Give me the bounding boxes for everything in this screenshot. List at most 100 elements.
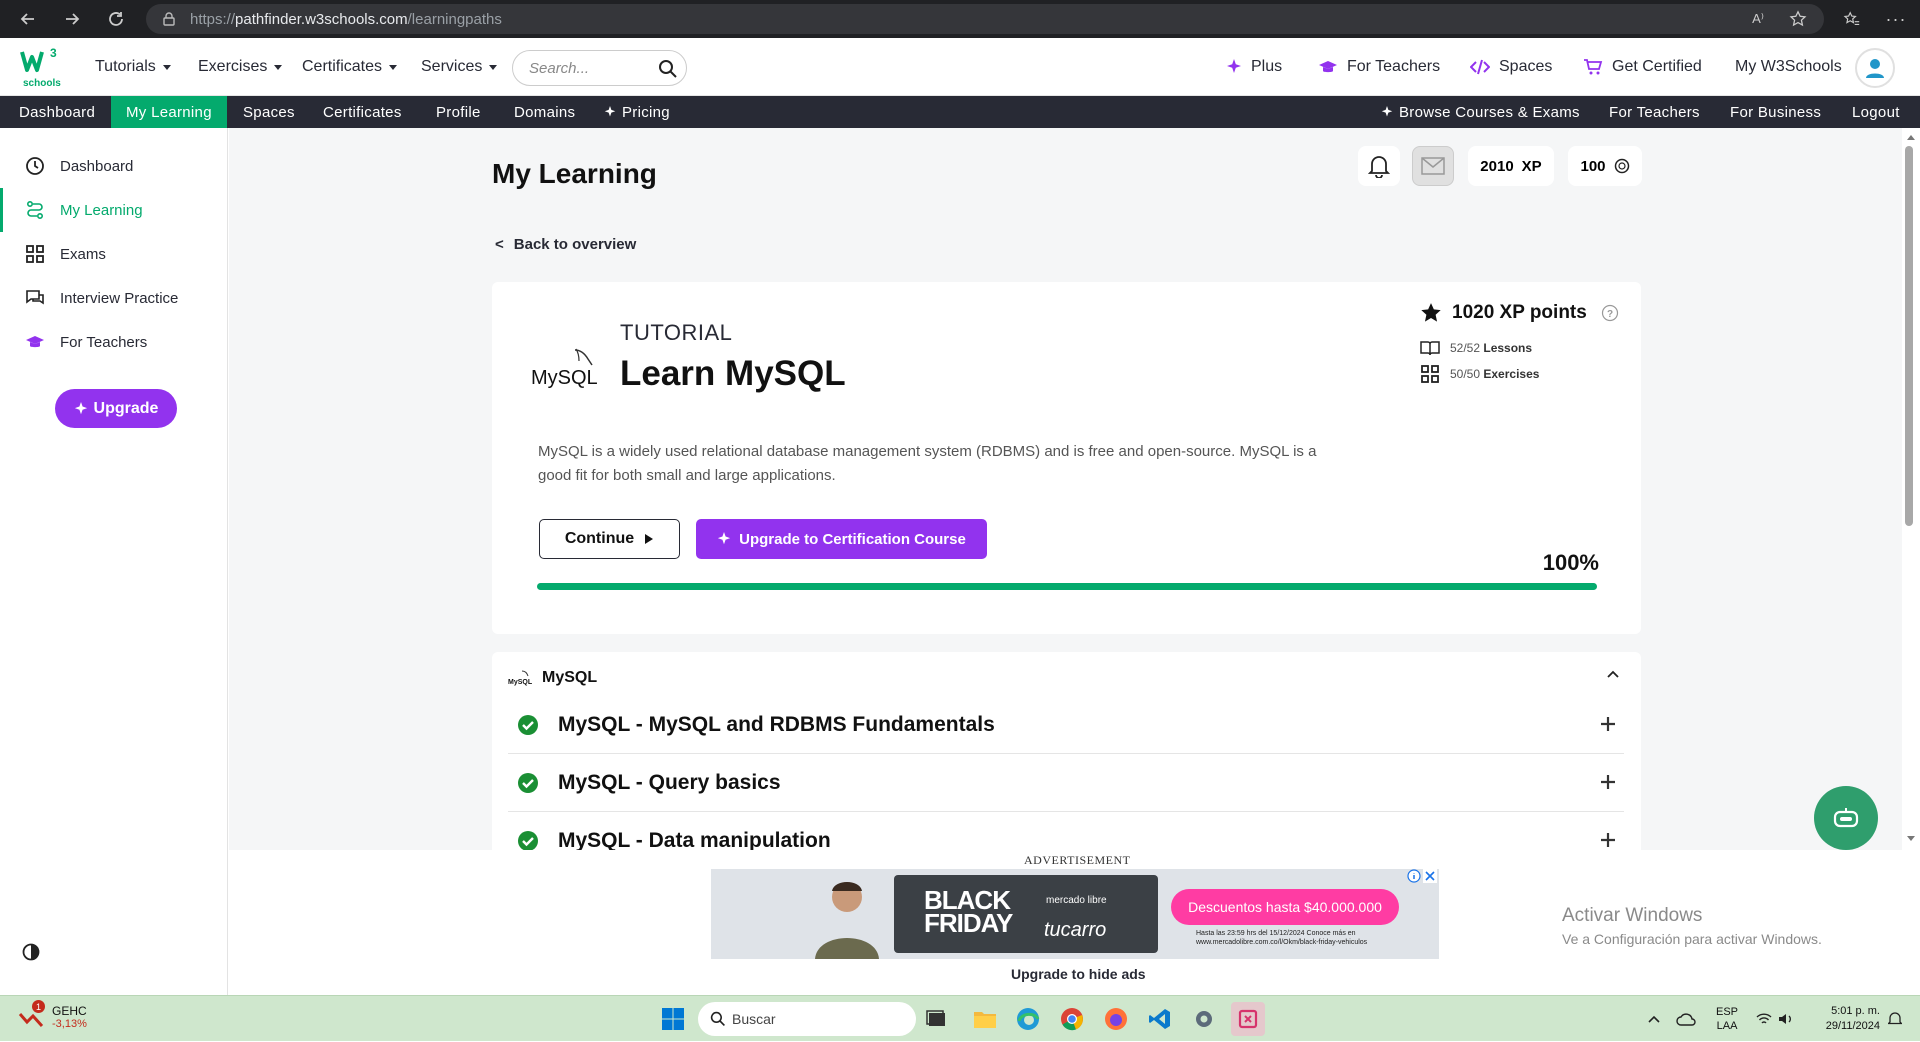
subnav-spaces[interactable]: Spaces xyxy=(243,96,295,128)
menu-certificates[interactable]: Certificates xyxy=(302,38,398,96)
subnav-logout[interactable]: Logout xyxy=(1852,96,1900,128)
onedrive-icon[interactable] xyxy=(1676,996,1696,1042)
menu-tutorials[interactable]: Tutorials xyxy=(95,38,171,96)
sidebar-item-label: My Learning xyxy=(60,201,143,219)
plus-icon[interactable] xyxy=(1600,832,1616,848)
help-icon[interactable]: ? xyxy=(1601,304,1619,322)
lesson-row[interactable]: MySQL - MySQL and RDBMS Fundamentals xyxy=(508,696,1624,754)
sidebar-item-interview-practice[interactable]: Interview Practice xyxy=(0,276,228,320)
edge-browser-icon[interactable] xyxy=(1011,1002,1045,1036)
avatar[interactable] xyxy=(1855,48,1895,88)
upgrade-certification-label: Upgrade to Certification Course xyxy=(739,530,966,548)
more-menu-icon[interactable]: ··· xyxy=(1878,0,1914,38)
subnav-for-teachers-label: For Teachers xyxy=(1609,103,1700,121)
coins-badge[interactable]: 100 xyxy=(1568,146,1642,186)
address-bar[interactable]: https://pathfinder.w3schools.com/learnin… xyxy=(146,4,1824,34)
subnav-browse-courses[interactable]: Browse Courses & Exams xyxy=(1381,96,1580,128)
ad-banner[interactable]: BLACK FRIDAY mercado libre tucarro Descue… xyxy=(711,869,1439,959)
chevron-up-icon[interactable] xyxy=(1607,670,1619,678)
subnav-for-business[interactable]: For Business xyxy=(1730,96,1821,128)
file-explorer-icon[interactable] xyxy=(968,1002,1002,1036)
graduation-cap-icon xyxy=(1319,61,1337,73)
language-indicator[interactable]: ESP LAA xyxy=(1716,996,1738,1042)
clock-icon xyxy=(24,156,46,176)
back-to-overview-link[interactable]: < Back to overview xyxy=(495,236,636,253)
sidebar-item-for-teachers[interactable]: For Teachers xyxy=(0,320,228,364)
chat-assistant-button[interactable] xyxy=(1814,786,1878,850)
reload-icon[interactable] xyxy=(94,0,138,38)
plus-icon[interactable] xyxy=(1600,774,1616,790)
subnav-certificates-label: Certificates xyxy=(323,103,402,121)
chrome-browser-icon[interactable] xyxy=(1055,1002,1089,1036)
messages-button[interactable] xyxy=(1412,146,1454,186)
browser-toolbar: https://pathfinder.w3schools.com/learnin… xyxy=(0,0,1920,38)
book-icon xyxy=(1420,341,1440,356)
plus-link[interactable]: Plus xyxy=(1226,38,1282,96)
contrast-toggle-icon[interactable] xyxy=(22,943,40,961)
task-view-icon[interactable] xyxy=(920,1002,954,1036)
subnav-domains[interactable]: Domains xyxy=(514,96,575,128)
notification-bell-icon[interactable] xyxy=(1888,996,1902,1042)
firefox-icon[interactable] xyxy=(1099,1002,1133,1036)
subnav-dashboard[interactable]: Dashboard xyxy=(19,96,95,128)
vscode-icon[interactable] xyxy=(1143,1002,1177,1036)
windows-taskbar: 1 GEHC -3,13% Buscar ESP LAA 5:01 p. m. … xyxy=(0,995,1920,1041)
my-w3schools-link[interactable]: My W3Schools xyxy=(1735,38,1842,96)
windows-start-icon[interactable] xyxy=(656,1002,690,1036)
menu-services[interactable]: Services xyxy=(421,38,498,96)
search-input[interactable]: Search... xyxy=(512,50,687,86)
network-volume-tray[interactable] xyxy=(1756,996,1794,1042)
tray-overflow-icon[interactable] xyxy=(1648,996,1660,1042)
lesson-title: MySQL - MySQL and RDBMS Fundamentals xyxy=(558,712,995,736)
check-circle-icon xyxy=(518,714,538,735)
continue-button[interactable]: Continue xyxy=(539,519,680,559)
for-teachers-link[interactable]: For Teachers xyxy=(1318,38,1440,96)
get-certified-link[interactable]: Get Certified xyxy=(1583,38,1702,96)
scroll-down-icon[interactable] xyxy=(1907,836,1915,842)
notifications-button[interactable] xyxy=(1358,146,1400,186)
grid-icon xyxy=(24,244,46,264)
w3schools-logo[interactable]: 3 schools xyxy=(20,46,64,90)
lesson-title: MySQL - Data manipulation xyxy=(558,829,831,850)
plus-icon[interactable] xyxy=(1600,716,1616,732)
spaces-link[interactable]: Spaces xyxy=(1470,38,1552,96)
upgrade-button[interactable]: Upgrade xyxy=(55,389,177,428)
upgrade-certification-button[interactable]: Upgrade to Certification Course xyxy=(696,519,987,559)
syllabus-header[interactable]: MySQL MySQL xyxy=(508,660,597,696)
read-aloud-icon[interactable]: A⁾ xyxy=(1740,0,1776,38)
progress-bar-fill xyxy=(537,583,1597,590)
upgrade-label: Upgrade xyxy=(93,399,159,417)
search-icon[interactable] xyxy=(658,59,678,79)
menu-exercises[interactable]: Exercises xyxy=(198,38,283,96)
scroll-up-icon[interactable] xyxy=(1907,134,1915,140)
subnav-for-teachers[interactable]: For Teachers xyxy=(1609,96,1700,128)
lesson-title: MySQL - Query basics xyxy=(558,770,781,794)
scrollbar-thumb[interactable] xyxy=(1905,146,1913,526)
lesson-row[interactable]: MySQL - Query basics xyxy=(508,754,1624,812)
snipping-tool-icon[interactable] xyxy=(1231,1002,1265,1036)
favorite-star-icon[interactable] xyxy=(1780,0,1816,38)
sidebar-item-my-learning[interactable]: My Learning xyxy=(0,188,228,232)
sidebar-item-dashboard[interactable]: Dashboard xyxy=(0,144,228,188)
ad-controls xyxy=(1407,869,1437,883)
upgrade-to-hide-ads-link[interactable]: Upgrade to hide ads xyxy=(1011,966,1146,982)
favorites-icon[interactable] xyxy=(1834,0,1870,38)
back-arrow-icon[interactable] xyxy=(6,0,50,38)
subnav-certificates[interactable]: Certificates xyxy=(323,96,402,128)
taskbar-search[interactable]: Buscar xyxy=(698,1002,916,1036)
forward-arrow-icon[interactable] xyxy=(50,0,94,38)
clock[interactable]: 5:01 p. m. 29/11/2024 xyxy=(1810,996,1880,1042)
subnav-spaces-label: Spaces xyxy=(243,103,295,121)
stock-widget[interactable]: 1 GEHC -3,13% xyxy=(18,1000,87,1030)
subnav-profile[interactable]: Profile xyxy=(436,96,481,128)
ad-close-icon[interactable] xyxy=(1423,869,1437,883)
sidebar-item-exams[interactable]: Exams xyxy=(0,232,228,276)
ad-info-icon[interactable] xyxy=(1407,869,1421,883)
subnav-my-learning[interactable]: My Learning xyxy=(111,96,227,128)
settings-gear-icon[interactable] xyxy=(1187,1002,1221,1036)
lesson-row[interactable]: MySQL - Data manipulation xyxy=(508,812,1624,850)
xp-badge[interactable]: 2010 XP xyxy=(1468,146,1554,186)
ad-cta-pill[interactable]: Descuentos hasta $40.000.000 xyxy=(1171,889,1399,925)
lessons-label: Lessons xyxy=(1483,341,1533,355)
subnav-pricing[interactable]: Pricing xyxy=(604,96,670,128)
